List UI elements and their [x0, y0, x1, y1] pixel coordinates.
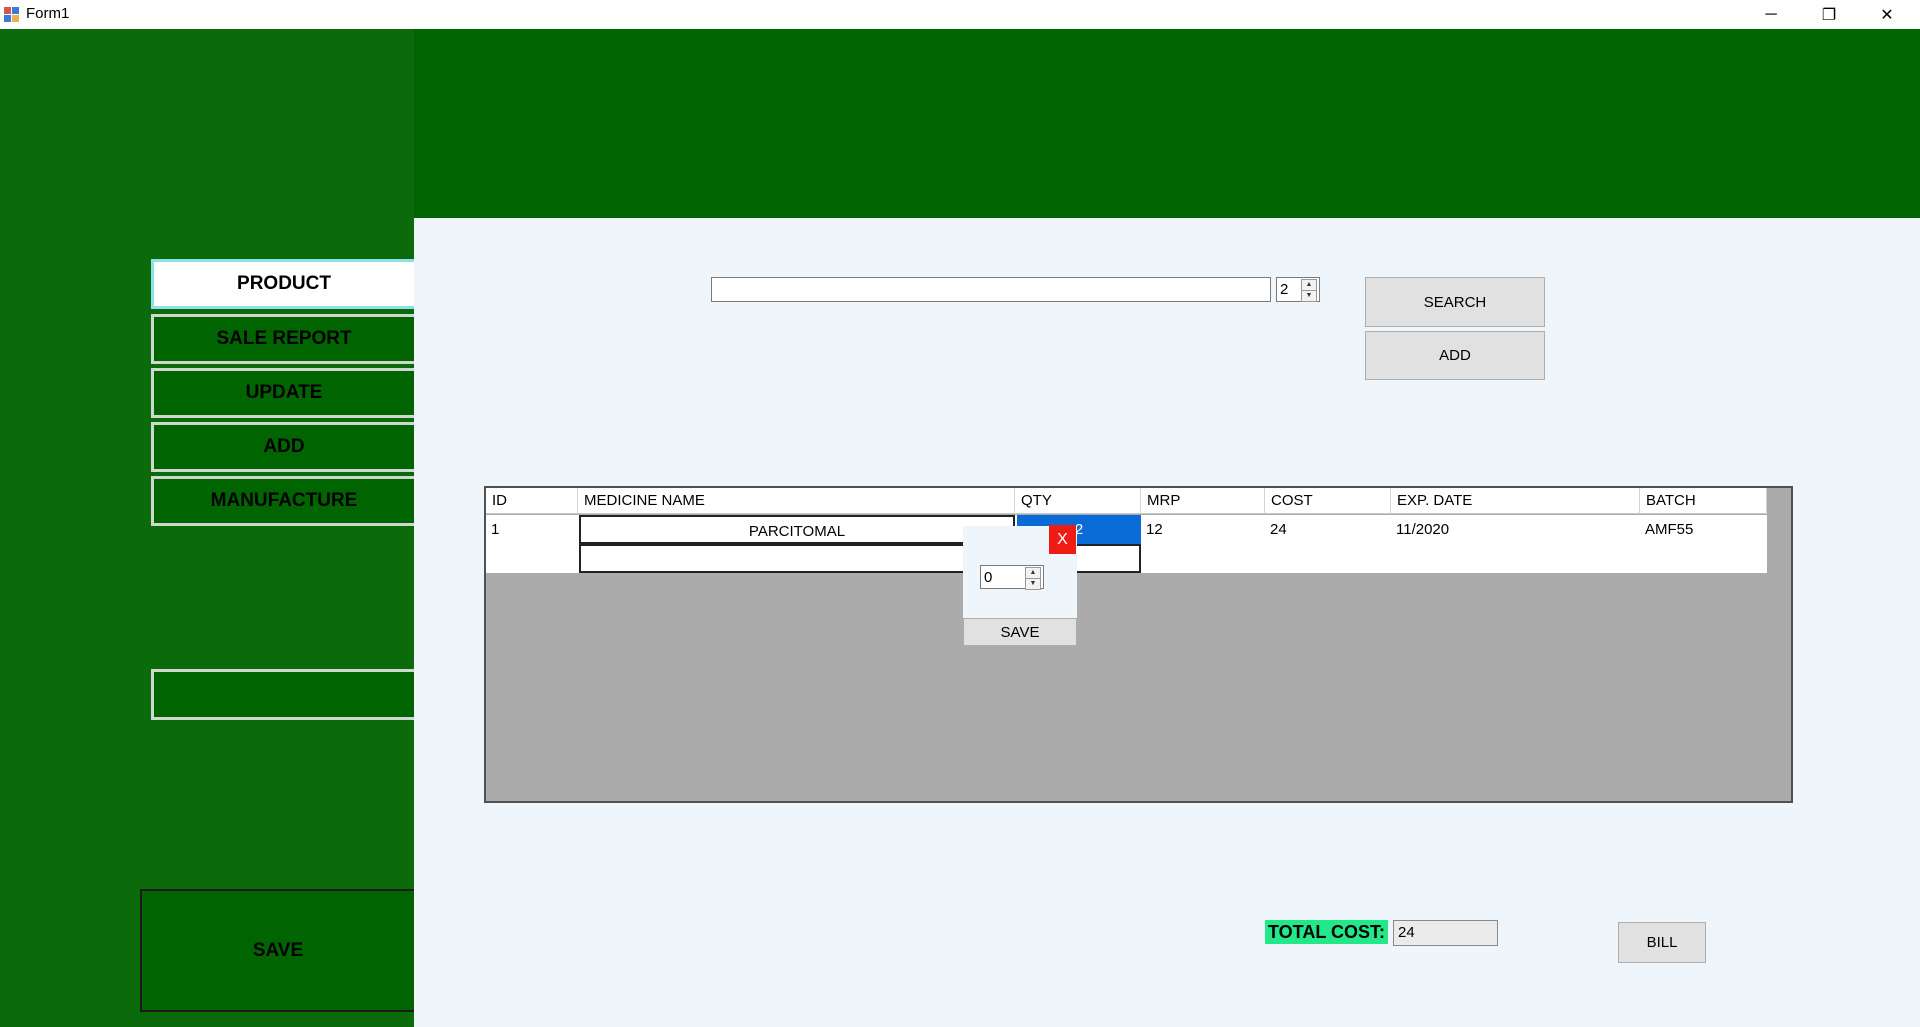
- popup-close-button[interactable]: X: [1049, 525, 1076, 554]
- title-bar: [0, 0, 1920, 29]
- sidebar-empty-button[interactable]: [151, 669, 414, 720]
- total-cost-field[interactable]: 24: [1393, 920, 1498, 946]
- sidebar-item-update[interactable]: UPDATE: [151, 368, 414, 418]
- stepper-down-icon[interactable]: ▼: [1301, 290, 1317, 302]
- sidebar-item-manufacture[interactable]: MANUFACTURE: [151, 476, 414, 526]
- column-header-cost[interactable]: COST: [1265, 488, 1391, 514]
- cell-medicine-name[interactable]: PARCITOMAL: [579, 515, 1015, 544]
- cell-cost[interactable]: 24: [1265, 515, 1391, 544]
- column-header-medicine-name[interactable]: MEDICINE NAME: [578, 488, 1015, 514]
- close-icon: ✕: [1880, 6, 1894, 24]
- cell-exp-date[interactable]: 11/2020: [1391, 515, 1640, 544]
- minimize-button[interactable]: ─: [1742, 0, 1800, 29]
- column-header-batch[interactable]: BATCH: [1640, 488, 1767, 514]
- cell-batch[interactable]: AMF55: [1640, 515, 1767, 544]
- restore-icon: ❐: [1821, 6, 1837, 24]
- column-header-mrp[interactable]: MRP: [1141, 488, 1265, 514]
- search-input[interactable]: [711, 277, 1271, 302]
- table-row[interactable]: 1 PARCITOMAL 2 12 24 11/2020 AMF55: [486, 515, 1767, 544]
- total-cost-label: TOTAL COST:: [1265, 920, 1388, 944]
- quantity-value: 2: [1280, 281, 1289, 298]
- window-title: Form1: [26, 5, 70, 22]
- bill-button[interactable]: BILL: [1618, 922, 1706, 963]
- popup-quantity-value: 0: [984, 569, 993, 586]
- sidebar-item-add[interactable]: ADD: [151, 422, 414, 472]
- cell-id[interactable]: 1: [486, 515, 578, 544]
- header-band: [414, 29, 1920, 218]
- app-icon: [4, 7, 20, 23]
- add-button[interactable]: ADD: [1365, 331, 1545, 380]
- sidebar-item-product[interactable]: PRODUCT: [151, 259, 414, 309]
- sidebar-item-sale-report[interactable]: SALE REPORT: [151, 314, 414, 364]
- column-header-exp-date[interactable]: EXP. DATE: [1391, 488, 1640, 514]
- close-button[interactable]: ✕: [1858, 0, 1916, 29]
- save-button[interactable]: SAVE: [140, 889, 414, 1012]
- column-header-qty[interactable]: QTY: [1015, 488, 1141, 514]
- quantity-stepper[interactable]: 2 ▲ ▼: [1276, 277, 1320, 302]
- search-button[interactable]: SEARCH: [1365, 277, 1545, 327]
- grid-header: ID MEDICINE NAME QTY MRP COST EXP. DATE …: [486, 488, 1767, 514]
- minimize-icon: ─: [1765, 5, 1777, 23]
- cell-mrp[interactable]: 12: [1141, 515, 1265, 544]
- sidebar: [0, 29, 414, 1027]
- maximize-button[interactable]: ❐: [1800, 0, 1858, 29]
- popup-quantity-stepper[interactable]: 0 ▲ ▼: [980, 565, 1044, 590]
- column-header-id[interactable]: ID: [486, 488, 578, 514]
- stepper-down-icon[interactable]: ▼: [1025, 578, 1041, 590]
- popup-save-button[interactable]: SAVE: [963, 618, 1077, 646]
